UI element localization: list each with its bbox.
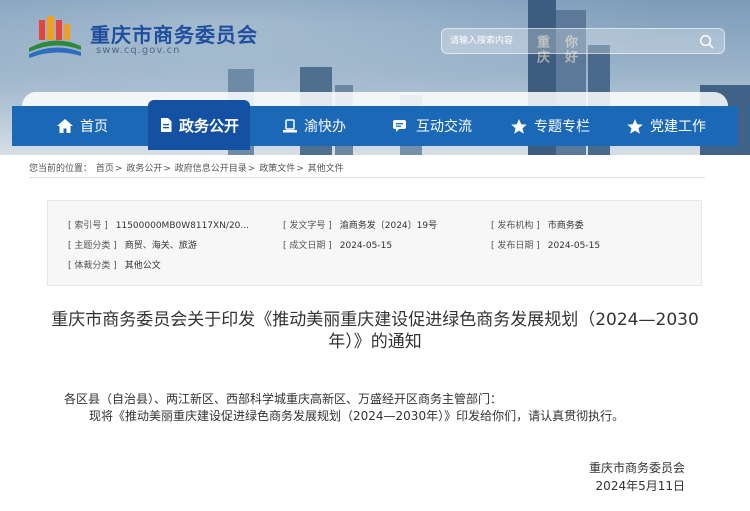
meta-value: 市商务委	[547, 221, 584, 231]
nav-item-home[interactable]: 首页	[56, 106, 108, 146]
meta-label: [ 发布机构 ]	[491, 221, 540, 231]
breadcrumb-link-home[interactable]: 首页	[96, 164, 114, 174]
meta-value: 商贸、海关、旅游	[124, 241, 197, 251]
document-signature: 重庆市商务委员会	[588, 461, 685, 475]
nav-item-service[interactable]: 渝快办	[282, 106, 346, 146]
nav-label: 专题专栏	[534, 119, 590, 135]
meta-created: [ 成文日期 ] 2024-05-15	[283, 238, 392, 251]
document-icon	[160, 118, 172, 132]
document-meta-box: [ 索引号 ] 11500000MB0W8117XN/20... [ 发文字号 ]…	[47, 200, 702, 286]
nav-label: 渝快办	[304, 119, 346, 135]
breadcrumb-separator: >	[163, 164, 171, 174]
service-icon	[283, 119, 297, 133]
star-icon	[627, 118, 643, 134]
meta-value: 11500000MB0W8117XN/20...	[115, 221, 249, 231]
document-title: 重庆市商务委员会关于印发《推动美丽重庆建设促进绿色商务发展规划（2024—203…	[51, 310, 699, 352]
breadcrumb-separator: >	[114, 164, 123, 174]
breadcrumb: 您当前的位置： 首页> 政务公开> 政府信息公开目录> 政策文件> 其他文件	[29, 161, 345, 174]
site-domain: sww.cq.gov.cn	[96, 45, 181, 56]
nav-label: 政务公开	[178, 116, 239, 135]
nav-item-topics[interactable]: 专题专栏	[510, 106, 590, 146]
meta-label: [ 成文日期 ]	[283, 241, 332, 251]
nav-label: 首页	[80, 119, 108, 135]
site-logo-icon[interactable]	[27, 14, 83, 60]
nav-label: 党建工作	[650, 119, 706, 135]
document-addressee: 各区县（自治县）、两江新区、西部科学城重庆高新区、万盛经开区商务主管部门：	[64, 392, 503, 406]
breadcrumb-separator: >	[296, 164, 304, 174]
meta-label: [ 主题分类 ]	[68, 241, 117, 251]
star-icon	[511, 118, 527, 134]
meta-label: [ 发布日期 ]	[491, 241, 540, 251]
meta-label: [ 体裁分类 ]	[68, 261, 117, 271]
search-icon[interactable]	[699, 34, 714, 49]
meta-value: 渝商务发〔2024〕19号	[339, 221, 438, 231]
nav-label: 互动交流	[416, 119, 472, 135]
breadcrumb-separator: >	[247, 164, 256, 174]
meta-topic: [ 主题分类 ] 商贸、海关、旅游	[68, 238, 197, 251]
breadcrumb-link-other[interactable]: 其他文件	[308, 164, 344, 174]
nav-item-interaction[interactable]: 互动交流	[392, 106, 472, 146]
chat-icon	[393, 120, 406, 132]
document-date: 2024年5月11日	[595, 479, 685, 493]
search-box	[441, 28, 725, 54]
search-input[interactable]	[450, 29, 690, 53]
meta-value: 2024-05-15	[547, 241, 601, 251]
main-nav: 首页 渝快办 互动交流 专题专栏 党建工作	[12, 106, 738, 146]
document-body: 现将《推动美丽重庆建设促进绿色商务发展规划（2024—2030年）》印发给你们，…	[89, 409, 625, 423]
site-title[interactable]: 重庆市商务委员会	[90, 19, 258, 48]
meta-value: 其他公文	[124, 261, 161, 271]
meta-label: [ 索引号 ]	[68, 221, 108, 231]
meta-label: [ 发文字号 ]	[283, 221, 332, 231]
breadcrumb-link-gov-affairs[interactable]: 政务公开	[126, 164, 162, 174]
meta-value: 2024-05-15	[339, 241, 393, 251]
nav-item-party[interactable]: 党建工作	[626, 106, 706, 146]
meta-index: [ 索引号 ] 11500000MB0W8117XN/20...	[68, 218, 249, 231]
home-icon	[57, 119, 73, 133]
meta-published: [ 发布日期 ] 2024-05-15	[491, 238, 600, 251]
breadcrumb-prefix: 您当前的位置：	[29, 164, 93, 174]
breadcrumb-link-catalog[interactable]: 政府信息公开目录	[175, 164, 247, 174]
meta-docno: [ 发文字号 ] 渝商务发〔2024〕19号	[283, 218, 437, 231]
nav-item-gov-affairs[interactable]: 政务公开	[148, 100, 250, 150]
breadcrumb-divider	[29, 177, 705, 178]
breadcrumb-link-policy[interactable]: 政策文件	[259, 164, 295, 174]
meta-org: [ 发布机构 ] 市商务委	[491, 218, 584, 231]
meta-genre: [ 体裁分类 ] 其他公文	[68, 258, 161, 271]
